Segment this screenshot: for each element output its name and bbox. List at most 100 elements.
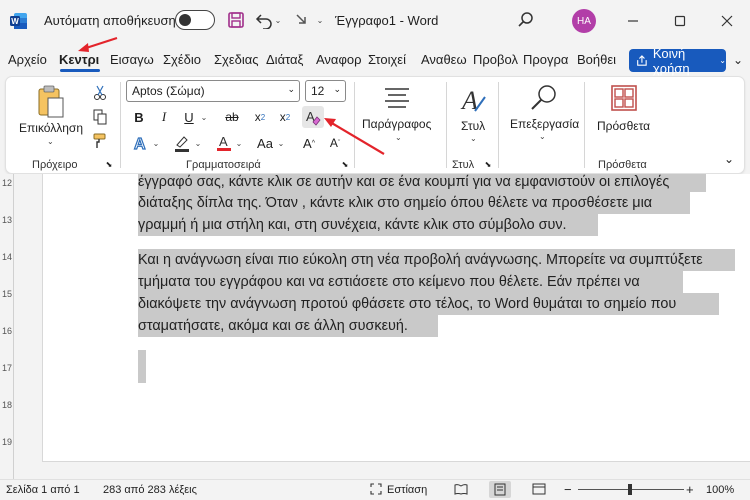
clipboard-launcher-icon[interactable]: ⬊ — [104, 159, 114, 169]
ruler-number: 12 — [2, 178, 13, 188]
svg-text:A: A — [219, 134, 228, 149]
styles-group-label: Στυλ — [452, 159, 475, 171]
tab-mailings[interactable]: Στοιχεί — [368, 52, 406, 67]
print-layout-icon[interactable] — [489, 481, 511, 498]
font-color-icon[interactable]: A — [214, 133, 234, 153]
tab-draw[interactable]: Σχέδιο — [163, 52, 201, 67]
page-count[interactable]: Σελίδα 1 από 1 — [6, 484, 80, 496]
editing-label[interactable]: Επεξεργασία — [510, 117, 579, 131]
ribbon-options-icon[interactable]: ⌄ — [731, 50, 745, 70]
maximize-button[interactable] — [667, 8, 693, 34]
document-title: Έγγραφο1 - Word — [335, 13, 439, 28]
ribbon-divider — [446, 82, 447, 168]
font-size-value: 12 — [311, 84, 325, 98]
change-case-icon[interactable]: Aa — [254, 133, 276, 153]
document-line: γραμμή ή μια στήλη και, στη συνέχεια, κά… — [138, 217, 567, 233]
styles-launcher-icon[interactable]: ⬊ — [483, 159, 493, 169]
shrink-font-icon[interactable]: Aˇ — [326, 133, 344, 153]
web-layout-icon[interactable] — [532, 483, 546, 498]
undo-dropdown-icon[interactable]: ⌄ — [272, 8, 284, 32]
autosave-toggle[interactable] — [175, 10, 215, 30]
share-label: Κοινή χρήση — [652, 45, 690, 76]
clipboard-group-label: Πρόχειρο — [32, 159, 78, 171]
editing-search-icon[interactable] — [527, 82, 559, 114]
paragraph-dropdown-icon[interactable]: ⌄ — [395, 133, 402, 142]
ribbon-divider — [498, 82, 499, 168]
paste-icon[interactable] — [34, 84, 68, 120]
styles-dropdown-icon[interactable]: ⌄ — [470, 134, 477, 143]
paste-dropdown-icon[interactable]: ⌄ — [47, 137, 54, 146]
paragraph-icon[interactable] — [382, 84, 412, 114]
minimize-button[interactable] — [620, 8, 646, 34]
font-color-dropdown-icon[interactable]: ⌄ — [234, 136, 244, 150]
styles-label[interactable]: Στυλ — [461, 119, 485, 133]
font-group-label: Γραμματοσειρά — [186, 159, 261, 171]
zoom-out-button[interactable]: − — [564, 482, 572, 497]
addins-group-label: Πρόσθετα — [598, 159, 647, 171]
tab-review[interactable]: Αναθεω — [421, 52, 467, 67]
autosave-label: Αυτόματη αποθήκευση — [44, 13, 176, 28]
avatar[interactable]: HA — [572, 9, 596, 33]
italic-icon[interactable]: I — [156, 108, 172, 126]
title-bar: W Αυτόματη αποθήκευση ⌄ ⌄ Έγγραφο1 - Wor… — [0, 0, 750, 42]
highlight-dropdown-icon[interactable]: ⌄ — [193, 136, 203, 150]
selection-highlight — [138, 350, 146, 383]
read-mode-icon[interactable] — [454, 483, 468, 498]
ribbon-divider — [354, 82, 355, 168]
text-effects-icon[interactable]: A — [131, 133, 151, 153]
subscript-icon[interactable]: x2 — [251, 108, 269, 126]
tab-design[interactable]: Σχεδιας — [214, 52, 259, 67]
ribbon-divider — [584, 82, 585, 168]
close-button[interactable] — [714, 8, 740, 34]
styles-icon[interactable]: A — [458, 84, 488, 116]
text-effects-dropdown-icon[interactable]: ⌄ — [151, 136, 161, 150]
tab-file[interactable]: Αρχείο — [8, 52, 47, 67]
highlight-color-icon[interactable] — [172, 133, 192, 153]
grow-font-icon[interactable]: A ^ — [300, 133, 318, 153]
zoom-in-button[interactable]: + — [686, 482, 694, 497]
search-icon[interactable] — [514, 8, 538, 32]
svg-text:W: W — [11, 17, 19, 26]
strikethrough-icon[interactable]: ab — [221, 108, 243, 126]
vertical-ruler: 12 13 14 15 16 17 18 19 — [0, 174, 14, 479]
tab-references[interactable]: Αναφορ — [316, 52, 362, 67]
paragraph-label[interactable]: Παράγραφος — [362, 117, 431, 131]
underline-dropdown-icon[interactable]: ⌄ — [199, 110, 209, 124]
tab-layout[interactable]: Διάταξ — [266, 52, 303, 67]
paste-label[interactable]: Επικόλληση — [19, 121, 83, 135]
cut-icon[interactable] — [90, 84, 110, 102]
tab-help[interactable]: Βοήθει — [577, 52, 616, 67]
clear-formatting-icon[interactable]: A — [302, 106, 324, 128]
editing-dropdown-icon[interactable]: ⌄ — [539, 132, 546, 141]
addins-icon[interactable] — [608, 82, 640, 114]
addins-label[interactable]: Πρόσθετα — [597, 119, 650, 133]
bold-icon[interactable]: B — [131, 108, 147, 126]
tab-view[interactable]: Προβολ — [473, 52, 518, 67]
share-icon — [637, 54, 647, 66]
superscript-icon[interactable]: x2 — [276, 108, 294, 126]
redo-icon[interactable] — [290, 8, 314, 32]
tab-developer[interactable]: Προγρα — [523, 52, 568, 67]
ribbon-divider — [120, 82, 121, 168]
font-name-dropdown[interactable]: Aptos (Σώμα) ⌄ — [126, 80, 300, 102]
document-line: Και η ανάγνωση είναι πιο εύκολη στη νέα … — [138, 252, 703, 268]
word-count[interactable]: 283 από 283 λέξεις — [103, 484, 197, 496]
tab-home[interactable]: Κεντρι — [59, 52, 99, 67]
zoom-level[interactable]: 100% — [706, 484, 734, 496]
quick-access-more-icon[interactable]: ⌄ — [312, 8, 328, 32]
tab-insert[interactable]: Εισαγω — [110, 52, 154, 67]
format-painter-icon[interactable] — [90, 132, 110, 150]
save-icon[interactable] — [224, 8, 248, 32]
focus-label[interactable]: Εστίαση — [387, 484, 427, 496]
share-button[interactable]: Κοινή χρήση ⌄ — [629, 46, 726, 76]
zoom-slider-thumb[interactable] — [628, 484, 632, 495]
font-size-dropdown[interactable]: 12 ⌄ — [305, 80, 346, 102]
ruler-number: 15 — [2, 289, 13, 299]
underline-icon[interactable]: U — [181, 108, 197, 126]
focus-icon[interactable] — [370, 483, 382, 498]
font-launcher-icon[interactable]: ⬊ — [340, 159, 350, 169]
change-case-dropdown-icon[interactable]: ⌄ — [276, 136, 286, 150]
copy-icon[interactable] — [90, 108, 110, 126]
ruler-number: 19 — [2, 437, 13, 447]
collapse-ribbon-icon[interactable]: ⌄ — [722, 152, 736, 166]
